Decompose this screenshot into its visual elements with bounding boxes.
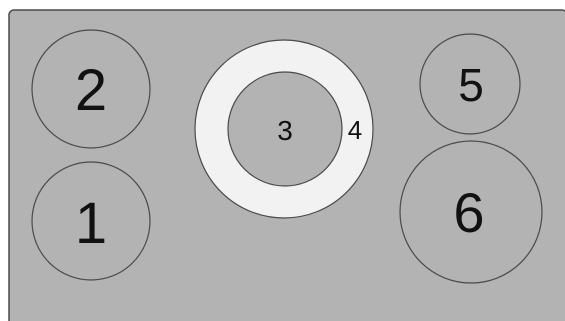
zone-1-label: 1 [75, 191, 107, 256]
burner-zone-5[interactable]: 5 [419, 33, 521, 135]
zone-3-label: 3 [277, 115, 293, 146]
burner-zone-2[interactable]: 2 [31, 29, 151, 149]
zone-4-label: 4 [348, 115, 362, 145]
zone-6-label: 6 [453, 181, 484, 244]
burner-zone-1[interactable]: 1 [31, 161, 151, 281]
zone-5-label: 5 [458, 59, 484, 111]
burner-zone-6[interactable]: 6 [399, 140, 543, 284]
zone-2-label: 2 [75, 58, 107, 123]
cooktop-svg: 2 1 4 3 5 6 [8, 9, 565, 321]
burner-zone-3[interactable]: 3 [227, 71, 343, 187]
cooktop-diagram: 2 1 4 3 5 6 [0, 0, 565, 321]
